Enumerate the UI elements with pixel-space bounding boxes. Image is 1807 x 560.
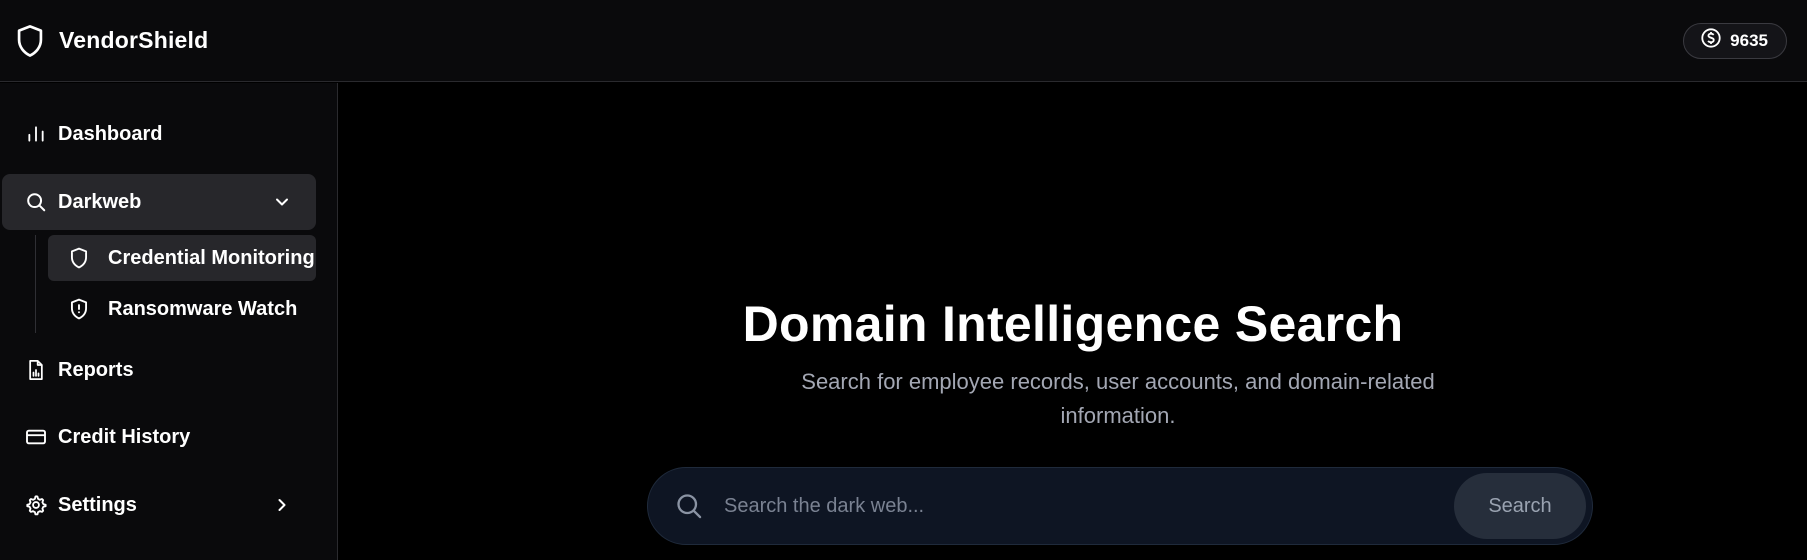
brand[interactable]: VendorShield [15,24,208,58]
sidebar-subitem-label: Credential Monitoring [108,246,315,269]
credits-badge[interactable]: 9635 [1683,22,1787,59]
shield-alert-icon [68,298,90,320]
sidebar-item-settings[interactable]: Settings [2,477,316,533]
sidebar-item-label: Credit History [58,425,191,448]
file-chart-icon [24,358,48,382]
sidebar-subitem-ransomware-watch[interactable]: Ransomware Watch [48,286,316,332]
sidebar-subitem-credential-monitoring[interactable]: Credential Monitoring [48,235,316,281]
app-name: VendorShield [59,27,209,53]
sidebar-item-label: Reports [58,358,134,381]
credits-count: 9635 [1730,30,1768,50]
sidebar-item-credit-history[interactable]: Credit History [2,409,316,465]
shield-icon [68,247,90,269]
sidebar-item-label: Darkweb [58,190,142,213]
chevron-down-icon[interactable] [272,192,292,212]
bar-chart-icon [24,122,48,146]
chevron-right-icon[interactable] [272,495,292,515]
sidebar-item-label: Dashboard [58,122,163,145]
search-icon [24,190,48,214]
search-bar[interactable]: Search [647,467,1593,545]
submenu-divider [35,235,36,333]
sidebar-subitem-label: Ransomware Watch [108,297,298,320]
credit-card-icon [24,425,48,449]
top-bar: VendorShield 9635 [0,0,1807,82]
search-icon [654,467,724,545]
search-button[interactable]: Search [1454,473,1586,539]
page-subtitle: Search for employee records, user accoun… [801,369,1435,428]
coin-icon [1700,27,1722,54]
gear-icon [24,493,48,517]
sidebar-item-dashboard[interactable]: Dashboard [2,106,316,162]
main-content: Domain Intelligence Search Search for em… [339,83,1807,560]
page-title: Domain Intelligence Search [742,296,1404,352]
sidebar-item-darkweb[interactable]: Darkweb [2,174,316,230]
search-input[interactable] [724,486,1454,526]
shield-icon [15,24,45,58]
sidebar-item-label: Settings [58,493,137,516]
sidebar-item-reports[interactable]: Reports [2,342,316,398]
sidebar: Dashboard Darkweb Credential Monitoring [0,83,338,560]
